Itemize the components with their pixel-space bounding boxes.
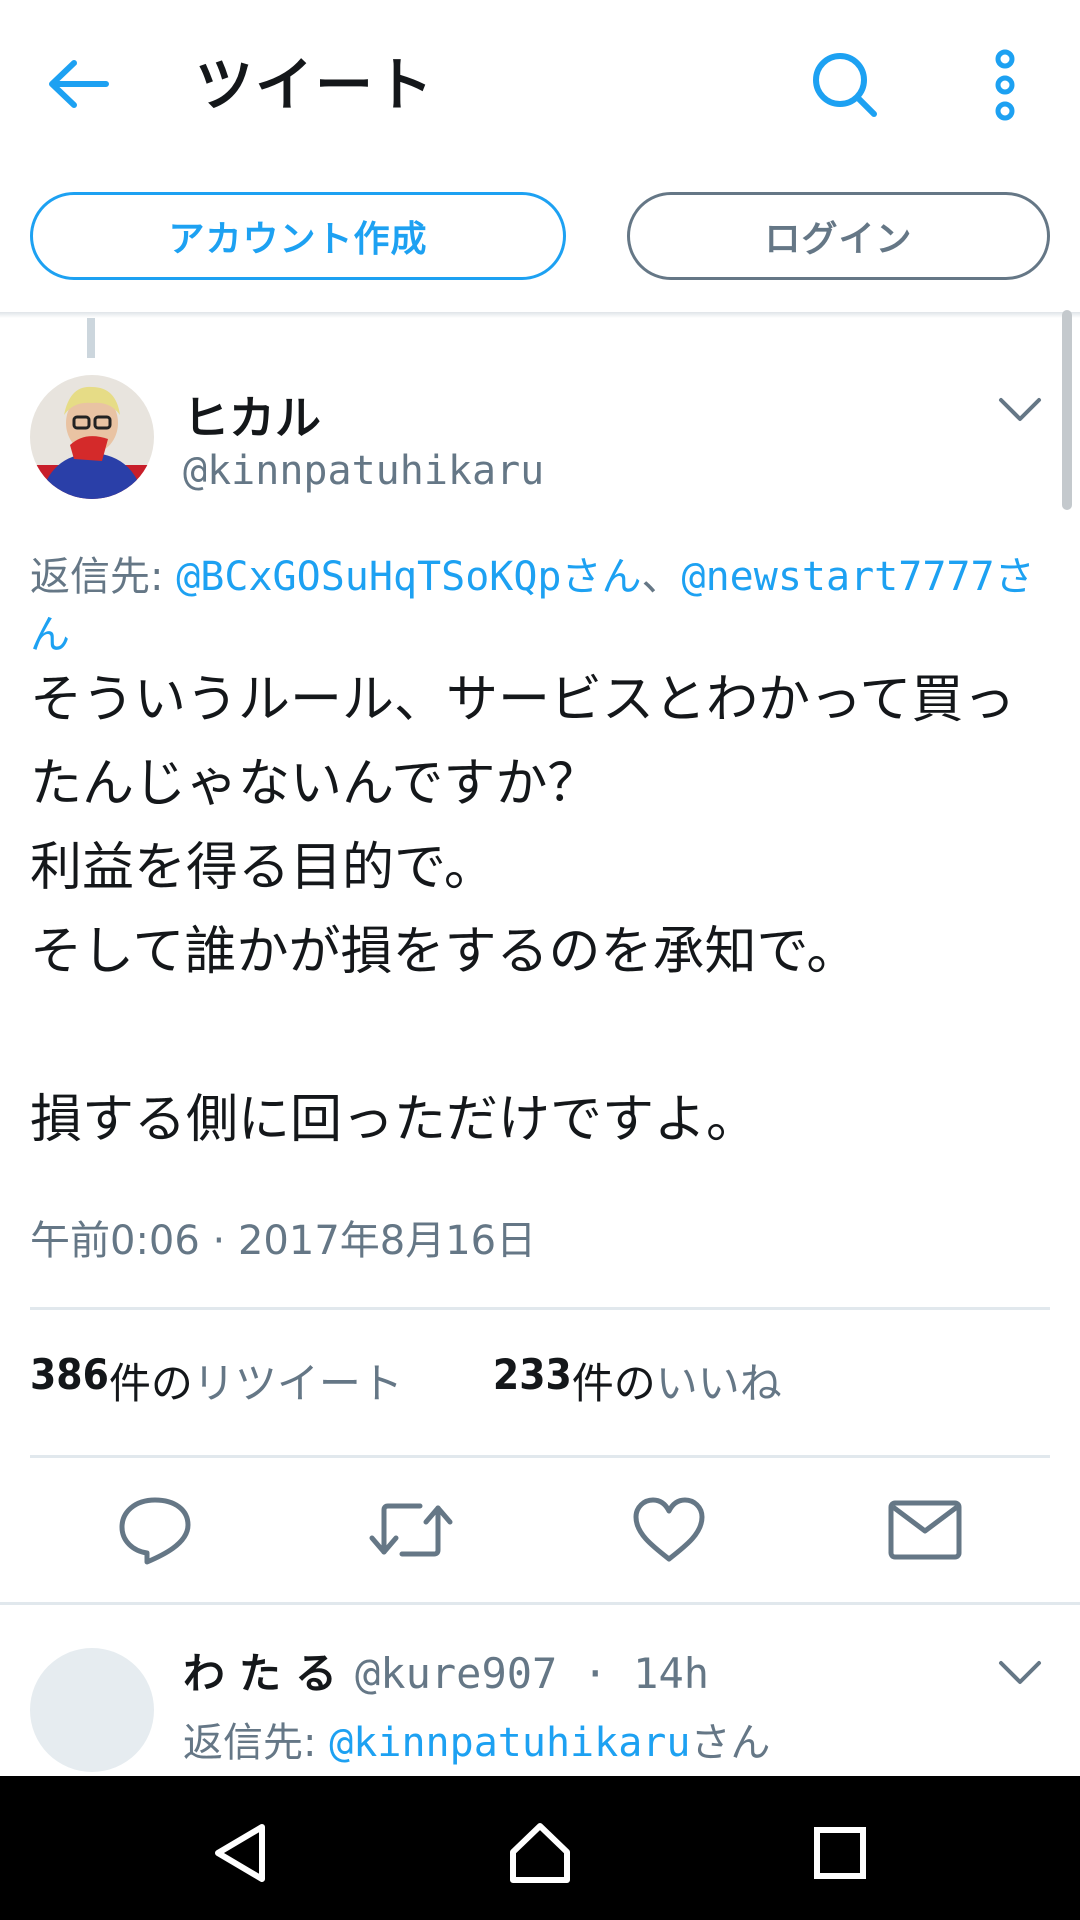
signup-button[interactable]: アカウント作成: [30, 192, 566, 280]
reply-separator: 、: [641, 554, 682, 600]
author-name[interactable]: ヒカル: [183, 382, 321, 448]
recents-square-icon: [814, 1827, 866, 1879]
reply-to-suffix: さん: [690, 1720, 771, 1766]
search-button[interactable]: [800, 40, 890, 130]
scrollbar[interactable]: [1062, 310, 1072, 510]
header-divider: [0, 312, 1080, 318]
reply-to-line: 返信先: @BCxGOSuHqTSoKQpさん、@newstart7777さん: [30, 548, 1050, 664]
more-options-button[interactable]: [970, 40, 1040, 130]
reply-mention-link[interactable]: @kinnpatuhikaru: [329, 1720, 690, 1766]
chevron-down-icon: [999, 1661, 1041, 1684]
reply-button[interactable]: [110, 1490, 200, 1570]
tweet-stats: 386 件の リツイート 233 件の いいね: [30, 1350, 782, 1411]
more-vertical-icon: [995, 49, 1015, 121]
tweet-text: そういうルール、サービスとわかって買ったんじゃないんですか？ 利益を得る目的で。…: [30, 670, 1016, 1150]
back-triangle-icon: [215, 1824, 265, 1882]
like-label: いいね: [655, 1359, 782, 1408]
like-button[interactable]: [624, 1490, 714, 1570]
arrow-left-icon: [49, 60, 109, 108]
like-count-link[interactable]: 233 件の いいね: [493, 1350, 782, 1411]
back-button[interactable]: [38, 44, 118, 124]
avatar[interactable]: [30, 375, 154, 499]
reply-avatar[interactable]: [30, 1648, 154, 1772]
retweet-icon: [369, 1503, 453, 1557]
like-unit: 件の: [571, 1359, 656, 1408]
login-button[interactable]: ログイン: [627, 192, 1050, 280]
reply-author-name[interactable]: わたる: [183, 1640, 351, 1701]
reply-mention-link[interactable]: @BCxGOSuHqTSoKQpさん: [176, 554, 641, 600]
retweet-button[interactable]: [366, 1490, 456, 1570]
retweet-unit: 件の: [108, 1359, 193, 1408]
page-title: ツイート: [195, 51, 436, 119]
author-handle[interactable]: @kinnpatuhikaru: [183, 448, 544, 494]
search-icon: [813, 53, 877, 117]
reply-tweet-menu-button[interactable]: [990, 1648, 1050, 1698]
divider: [30, 1455, 1050, 1458]
divider: [30, 1307, 1050, 1310]
share-button[interactable]: [880, 1490, 970, 1570]
nav-recents-button[interactable]: [795, 1808, 885, 1898]
retweet-count-link[interactable]: 386 件の リツイート: [30, 1350, 403, 1411]
nav-back-button[interactable]: [195, 1808, 285, 1898]
like-count: 233: [492, 1350, 572, 1399]
reply-to-prefix: 返信先:: [183, 1720, 330, 1766]
retweet-count: 386: [30, 1350, 109, 1399]
home-icon: [510, 1823, 570, 1883]
retweet-label: リツイート: [192, 1359, 403, 1408]
tweet-menu-button[interactable]: [990, 385, 1050, 435]
reply-icon: [119, 1497, 191, 1565]
nav-home-button[interactable]: [495, 1808, 585, 1898]
reply-author-meta: @kure907 · 14h: [355, 1649, 710, 1698]
app-header: [0, 0, 1080, 160]
user-photo: [30, 375, 154, 499]
share-mail-icon: [888, 1500, 962, 1560]
tweet-timestamp: 午前0:06 · 2017年8月16日: [30, 1218, 537, 1264]
like-icon: [633, 1497, 705, 1562]
reply-tweet-header: わたる @kure907 · 14h: [183, 1640, 709, 1701]
thread-connector-line: [87, 318, 95, 358]
reply-to-prefix: 返信先:: [30, 554, 177, 600]
tweet-separator: [0, 1602, 1080, 1605]
chevron-down-icon: [999, 398, 1041, 421]
reply-tweet-reply-to: 返信先: @kinnpatuhikaruさん: [183, 1710, 770, 1768]
